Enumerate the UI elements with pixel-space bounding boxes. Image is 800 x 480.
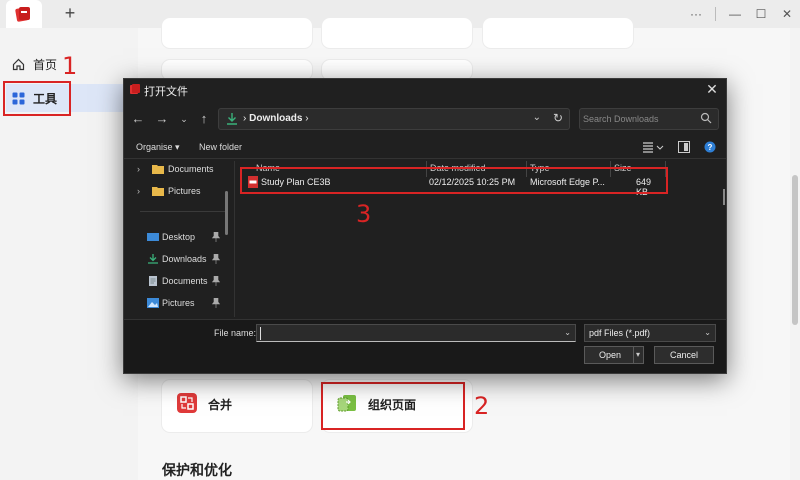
pin-icon[interactable] — [212, 232, 220, 242]
highlight-box-file — [240, 167, 668, 194]
chevron-right-icon[interactable]: › — [137, 186, 140, 196]
search-icon — [700, 112, 712, 124]
chevron-down-icon[interactable]: ⌄ — [564, 328, 571, 337]
nav-item-downloads[interactable]: Downloads — [124, 251, 228, 269]
file-name-field: ⌄ — [256, 324, 576, 342]
tool-card[interactable] — [322, 18, 472, 48]
home-icon — [12, 58, 25, 70]
pictures-icon — [147, 298, 159, 308]
open-options-chevron-icon[interactable]: ▾ — [636, 350, 640, 359]
dialog-close-button[interactable]: ✕ — [704, 81, 720, 97]
back-arrow-icon[interactable]: ← — [130, 111, 146, 127]
download-icon — [148, 254, 158, 264]
window-controls: ··· — ☐ ✕ — [689, 4, 794, 24]
annotation-number: 1 — [62, 52, 78, 80]
tool-card-label: 合并 — [208, 398, 233, 412]
dialog-nav-bar: ← → ⌄ ↑ › Downloads › ⌄ ↻ — [124, 105, 726, 133]
merge-icon — [177, 393, 197, 413]
dialog-title: 打开文件 — [144, 86, 188, 98]
sidebar-item-label: 首页 — [33, 57, 58, 72]
folder-icon — [152, 187, 164, 196]
svg-text:?: ? — [708, 143, 713, 152]
document-icon — [149, 276, 157, 286]
nav-item-label: Pictures — [162, 298, 195, 308]
forward-arrow-icon[interactable]: → — [154, 111, 170, 127]
search-box — [579, 108, 719, 130]
desktop-icon — [147, 233, 159, 241]
tool-card[interactable] — [483, 18, 633, 48]
refresh-icon[interactable]: ↻ — [553, 111, 563, 125]
app-logo-icon — [130, 84, 140, 94]
navigation-pane: › Documents › Pictures Desktop Downloads… — [124, 161, 234, 319]
nav-item-label: Documents — [168, 164, 214, 174]
chevron-down-icon: ⌄ — [704, 328, 711, 337]
more-icon[interactable]: ··· — [689, 6, 703, 22]
nav-item-desktop[interactable]: Desktop — [124, 229, 228, 247]
address-history-chevron-icon[interactable]: ⌄ — [533, 112, 541, 123]
tool-card-merge[interactable]: 合并 — [162, 380, 312, 432]
nav-scrollbar[interactable] — [225, 191, 228, 235]
tool-card[interactable] — [162, 18, 312, 48]
chevron-right-icon[interactable]: › — [137, 164, 140, 174]
cancel-button[interactable]: Cancel — [654, 346, 714, 364]
search-input[interactable] — [583, 111, 693, 127]
help-icon[interactable]: ? — [704, 141, 716, 153]
file-type-select[interactable]: pdf Files (*.pdf) ⌄ — [584, 324, 716, 342]
command-bar: Organise ▾ New folder ? — [124, 137, 726, 159]
address-bar[interactable]: › Downloads › ⌄ ↻ — [218, 108, 570, 130]
organise-label: Organise — [136, 142, 173, 152]
open-file-dialog: 打开文件 ✕ ← → ⌄ ↑ › Downloads › ⌄ ↻ Organis… — [123, 78, 727, 374]
nav-item-documents-quick[interactable]: Documents — [124, 273, 228, 291]
app-tab[interactable] — [6, 0, 42, 28]
view-mode-icon[interactable] — [642, 141, 664, 153]
annotation-number: 3 — [356, 200, 372, 228]
address-folder: Downloads — [249, 113, 303, 124]
view-options: ? — [642, 141, 716, 153]
nav-divider — [140, 211, 228, 212]
preview-pane-icon[interactable] — [678, 141, 690, 153]
divider — [715, 7, 716, 21]
recent-locations-chevron-icon[interactable]: ⌄ — [176, 111, 192, 127]
main-scrollbar[interactable] — [792, 175, 798, 325]
up-arrow-icon[interactable]: ↑ — [196, 111, 212, 127]
nav-item-label: Documents — [162, 276, 208, 286]
maximize-icon[interactable]: ☐ — [754, 6, 768, 22]
organise-menu[interactable]: Organise ▾ — [136, 142, 180, 153]
nav-item-label: Downloads — [162, 254, 207, 264]
section-title: 保护和优化 — [162, 462, 232, 478]
dialog-footer: File name: ⌄ pdf Files (*.pdf) ⌄ Open ▾ … — [124, 319, 726, 373]
file-list-scrollbar[interactable] — [723, 189, 725, 205]
highlight-box-tools — [3, 81, 71, 116]
nav-item-pictures-quick[interactable]: Pictures — [124, 295, 228, 313]
tool-card[interactable] — [162, 60, 312, 80]
pin-icon[interactable] — [212, 276, 220, 286]
nav-item-pictures[interactable]: › Pictures — [124, 183, 228, 201]
file-type-value: pdf Files (*.pdf) — [589, 328, 651, 338]
pin-icon[interactable] — [212, 298, 220, 308]
address-path: › Downloads › — [243, 113, 309, 124]
new-folder-button[interactable]: New folder — [199, 142, 242, 152]
open-button[interactable]: Open ▾ — [584, 346, 644, 364]
new-tab-button[interactable]: + — [62, 3, 78, 23]
split-divider — [633, 347, 634, 363]
tool-card[interactable] — [322, 60, 472, 80]
pane-divider — [234, 161, 235, 317]
nav-item-label: Desktop — [162, 232, 196, 242]
download-icon — [227, 113, 237, 125]
highlight-box-organize-pages — [321, 382, 465, 430]
pin-icon[interactable] — [212, 254, 220, 264]
nav-item-label: Pictures — [168, 186, 201, 196]
file-name-input[interactable] — [260, 327, 550, 340]
minimize-icon[interactable]: — — [728, 6, 742, 22]
dialog-title-bar: 打开文件 ✕ — [124, 79, 726, 99]
app-logo-icon — [15, 7, 30, 22]
annotation-number: 2 — [474, 392, 490, 420]
file-name-label: File name: — [214, 328, 257, 338]
folder-icon — [152, 165, 164, 174]
nav-item-documents[interactable]: › Documents — [124, 161, 228, 179]
close-icon[interactable]: ✕ — [780, 6, 794, 22]
open-button-label: Open — [599, 350, 622, 360]
